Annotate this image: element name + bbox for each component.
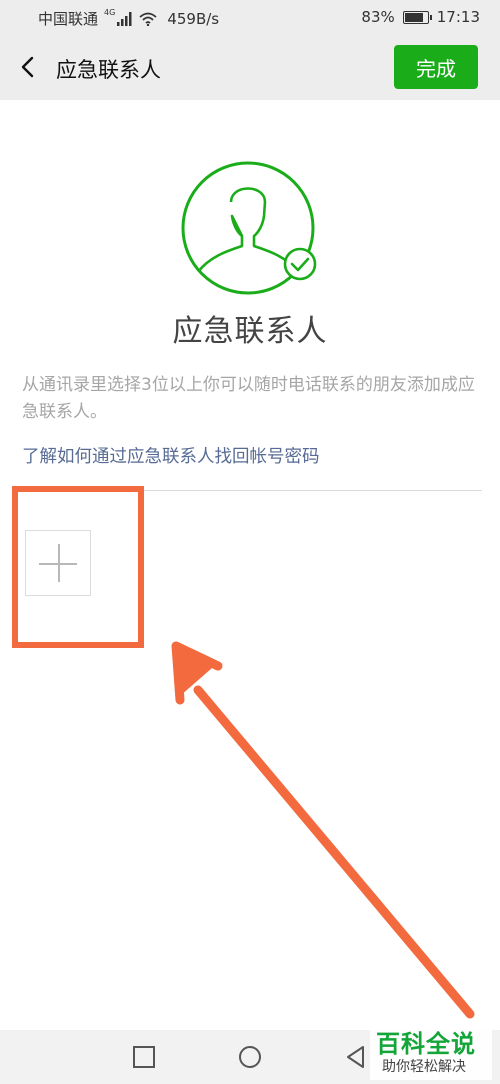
watermark: 百科全说 助你轻松解决 (370, 1022, 492, 1080)
watermark-subtitle: 助你轻松解决 (382, 1059, 466, 1075)
square-icon (133, 1046, 155, 1068)
watermark-title: 百科全说 (376, 1030, 476, 1058)
home-button[interactable] (237, 1044, 263, 1070)
recents-button[interactable] (131, 1044, 157, 1070)
circle-icon (239, 1046, 261, 1068)
triangle-back-icon (347, 1046, 364, 1068)
back-nav-button[interactable] (343, 1044, 369, 1070)
annotation-arrow (171, 641, 475, 1019)
